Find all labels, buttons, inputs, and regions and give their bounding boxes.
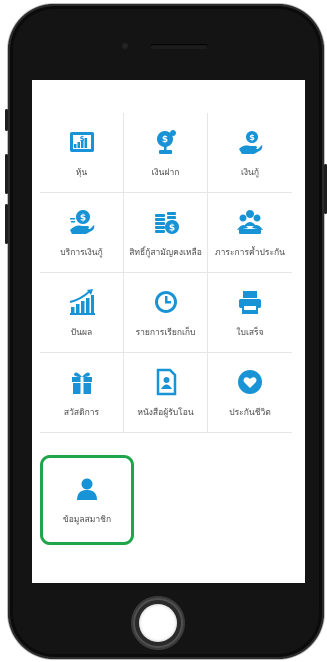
printer-icon (235, 287, 265, 317)
menu-item-beneficiary-letter[interactable]: หนังสือผู้รับโอน (124, 353, 208, 433)
menu-item-loan-rights[interactable]: $ สิทธิ์กู้สามัญคงเหลือ (124, 193, 208, 273)
menu-item-receipt[interactable]: ใบเสร็จ (208, 273, 292, 353)
menu-label: สิทธิ์กู้สามัญคงเหลือ (129, 248, 202, 258)
mute-switch (5, 109, 8, 131)
svg-text:$: $ (161, 135, 167, 145)
menu-label: ข้อมูลสมาชิก (62, 515, 112, 525)
menu-item-welfare[interactable]: สวัสดิการ (40, 353, 124, 433)
menu-item-dividend[interactable]: ปันผล (40, 273, 124, 353)
volume-down-button (5, 204, 8, 244)
menu-label: เงินกู้ (240, 168, 259, 178)
loan-service-icon: $ (67, 207, 97, 237)
menu-label: ใบเสร็จ (236, 328, 264, 338)
growth-chart-icon (67, 287, 97, 317)
menu-label: หุ้น (75, 168, 88, 178)
earpiece-speaker (150, 44, 208, 49)
menu-item-member-info[interactable]: ข้อมูลสมาชิก (40, 455, 134, 545)
menu-grid: $ หุ้น $ เงินฝาก $ เงินกู้ $ บริการเงินก… (40, 113, 295, 433)
document-person-icon (151, 367, 181, 397)
money-tree-icon: $ (151, 127, 181, 157)
menu-label: รายการเรียกเก็บ (135, 328, 196, 338)
home-button[interactable] (133, 598, 183, 648)
menu-label: ภาระการค้ำประกัน (215, 248, 285, 258)
menu-label: หนังสือผู้รับโอน (137, 408, 194, 418)
group-users-icon (235, 207, 265, 237)
stock-chart-icon: $ (67, 127, 97, 157)
svg-text:$: $ (168, 224, 174, 234)
svg-text:$: $ (249, 133, 255, 142)
coins-stack-icon: $ (151, 207, 181, 237)
menu-label: ปันผล (70, 328, 93, 338)
menu-item-loan[interactable]: $ เงินกู้ (208, 113, 292, 193)
user-icon (72, 474, 102, 504)
menu-item-life-insurance[interactable]: ประกันชีวิต (208, 353, 292, 433)
menu-item-loan-service[interactable]: $ บริการเงินกู้ (40, 193, 124, 273)
app-screen: $ หุ้น $ เงินฝาก $ เงินกู้ $ บริการเงินก… (32, 80, 305, 583)
svg-text:$: $ (79, 214, 85, 224)
menu-label: สวัสดิการ (63, 408, 100, 418)
svg-text:$: $ (79, 135, 84, 143)
menu-label: เงินฝาก (151, 168, 180, 178)
volume-up-button (5, 154, 8, 194)
menu-item-billing[interactable]: รายการเรียกเก็บ (124, 273, 208, 353)
heart-icon (235, 367, 265, 397)
menu-item-guarantee[interactable]: ภาระการค้ำประกัน (208, 193, 292, 273)
clock-icon (151, 287, 181, 317)
gift-icon (67, 367, 97, 397)
front-camera (121, 42, 129, 50)
menu-item-stock[interactable]: $ หุ้น (40, 113, 124, 193)
menu-item-deposit[interactable]: $ เงินฝาก (124, 113, 208, 193)
hand-money-icon: $ (235, 127, 265, 157)
menu-label: ประกันชีวิต (229, 408, 271, 418)
menu-label: บริการเงินกู้ (60, 248, 103, 258)
